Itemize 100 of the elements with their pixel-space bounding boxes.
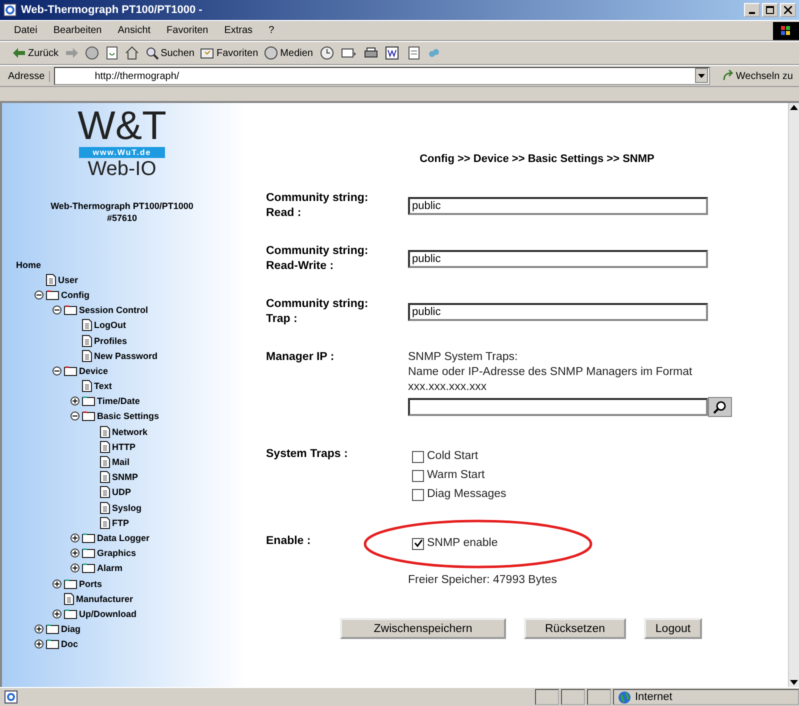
toolbar-button[interactable]: Medien (264, 46, 313, 60)
checkbox[interactable] (412, 488, 424, 500)
up-arrow-icon[interactable] (789, 103, 799, 113)
page-icon (100, 486, 110, 498)
tree-item[interactable]: Text (94, 381, 112, 392)
tree-item[interactable]: HTTP (112, 442, 136, 452)
expander-icon[interactable] (70, 532, 80, 543)
page-icon (64, 592, 74, 605)
page-icon (100, 516, 110, 529)
tree-item[interactable]: User (58, 274, 78, 285)
page-icon (100, 456, 110, 468)
tree-item[interactable]: Network (112, 426, 148, 437)
scrollbar[interactable] (788, 103, 799, 687)
tree-item[interactable]: SNMP (112, 472, 138, 482)
tree-item[interactable]: Graphics (97, 548, 136, 558)
form-button[interactable]: Rücksetzen (524, 618, 626, 639)
toolbar-button[interactable] (340, 46, 357, 60)
checkbox[interactable] (412, 450, 424, 462)
device-name: Web-Thermograph PT100/PT1000 (50, 201, 194, 211)
text-field[interactable]: public (408, 250, 708, 268)
toolbar-button[interactable] (318, 46, 335, 60)
tree-item[interactable]: Home (16, 260, 42, 270)
clock-icon (318, 46, 335, 60)
checkbox[interactable] (412, 470, 424, 482)
tree-item[interactable]: Syslog (112, 502, 142, 513)
toolbar-button[interactable] (362, 46, 379, 60)
expander-icon[interactable] (70, 411, 80, 422)
tree-item[interactable]: Manufacturer (76, 594, 134, 604)
text-field[interactable]: public (408, 303, 708, 321)
tree-item[interactable]: FTP (112, 518, 129, 528)
tree-item[interactable]: Device (79, 366, 108, 376)
tree-item[interactable]: Config (61, 290, 90, 300)
printer-icon (362, 46, 379, 60)
tree-item[interactable]: Profiles (94, 336, 128, 346)
close-button[interactable] (780, 3, 796, 17)
expander-icon[interactable] (70, 563, 80, 574)
menu-item[interactable]: ? (268, 25, 274, 36)
menu-item[interactable]: Bearbeiten (53, 25, 102, 36)
folder-icon (82, 532, 95, 543)
tree-item[interactable]: Alarm (97, 563, 123, 574)
menu-item[interactable]: Ansicht (118, 25, 151, 36)
toolbar-button[interactable] (124, 46, 139, 60)
expander-icon[interactable] (70, 548, 80, 558)
tree-item[interactable]: Basic Settings (97, 411, 160, 422)
logo-subtitle: Web-IO (88, 158, 156, 181)
folder-icon (46, 624, 59, 634)
tree-item[interactable]: Data Logger (97, 532, 150, 543)
home-icon (124, 46, 139, 60)
expander-icon[interactable] (52, 305, 62, 316)
page-icon (100, 471, 110, 484)
tree-item[interactable]: UDP (112, 487, 132, 498)
expander-icon[interactable] (52, 366, 62, 376)
minimize-button[interactable] (744, 3, 760, 17)
tree-item[interactable]: Up/Download (79, 608, 136, 619)
toolbar-button[interactable]: Zurück (12, 47, 59, 59)
menu-item[interactable]: Favoriten (166, 25, 208, 36)
expander-icon[interactable] (70, 396, 80, 406)
toolbar-button[interactable] (406, 46, 421, 60)
field-label: Enable : (266, 534, 312, 549)
expander-icon[interactable] (34, 639, 44, 650)
expander-icon[interactable] (52, 608, 62, 619)
tree-item[interactable]: Ports (79, 578, 102, 589)
search-button[interactable] (708, 397, 732, 417)
tree-item[interactable]: Session Control (79, 305, 148, 316)
tree-item[interactable]: Mail (112, 457, 130, 468)
tree-item[interactable]: New Password (94, 350, 158, 361)
field-label: Manager IP : (266, 350, 336, 365)
menu-item[interactable]: Extras (224, 25, 253, 36)
tree-item[interactable]: Time/Date (97, 396, 140, 406)
expander-icon[interactable] (52, 578, 62, 589)
logo: W&T (78, 107, 166, 145)
toolbar-button[interactable]: Favoriten (200, 46, 258, 60)
address-field[interactable]: http://thermograph/ (54, 67, 710, 85)
toolbar-button[interactable]: Suchen (144, 46, 194, 60)
folder-icon (82, 563, 95, 574)
page-icon (100, 440, 110, 453)
ip-field[interactable] (408, 398, 708, 416)
breadcrumb: Config >> Device >> Basic Settings >> SNMP (418, 153, 656, 165)
checkbox[interactable] (412, 538, 424, 550)
go-button[interactable]: Wechseln zu (714, 70, 795, 82)
folder-icon (82, 548, 95, 558)
field-label: System Traps : (266, 447, 349, 462)
tree-item[interactable]: Doc (61, 639, 78, 650)
tree-item[interactable]: Diag (61, 624, 81, 634)
toolbar-button[interactable] (104, 46, 119, 60)
text-field[interactable]: public (408, 197, 708, 215)
page-icon (82, 380, 92, 392)
maximize-button[interactable] (762, 3, 778, 17)
toolbar-button[interactable] (384, 46, 401, 60)
expander-icon[interactable] (34, 290, 44, 300)
dropdown-icon[interactable] (694, 68, 708, 83)
expander-icon[interactable] (34, 624, 44, 634)
menu-item[interactable]: Datei (14, 25, 38, 36)
back-arrow-icon (12, 47, 26, 59)
form-button[interactable]: Logout (644, 618, 702, 639)
down-arrow-icon[interactable] (789, 677, 799, 687)
form-button[interactable]: Zwischenspeichern (340, 618, 506, 639)
page-icon (46, 274, 56, 286)
tree-item[interactable]: LogOut (94, 320, 126, 330)
zone-label: Internet (635, 691, 672, 703)
